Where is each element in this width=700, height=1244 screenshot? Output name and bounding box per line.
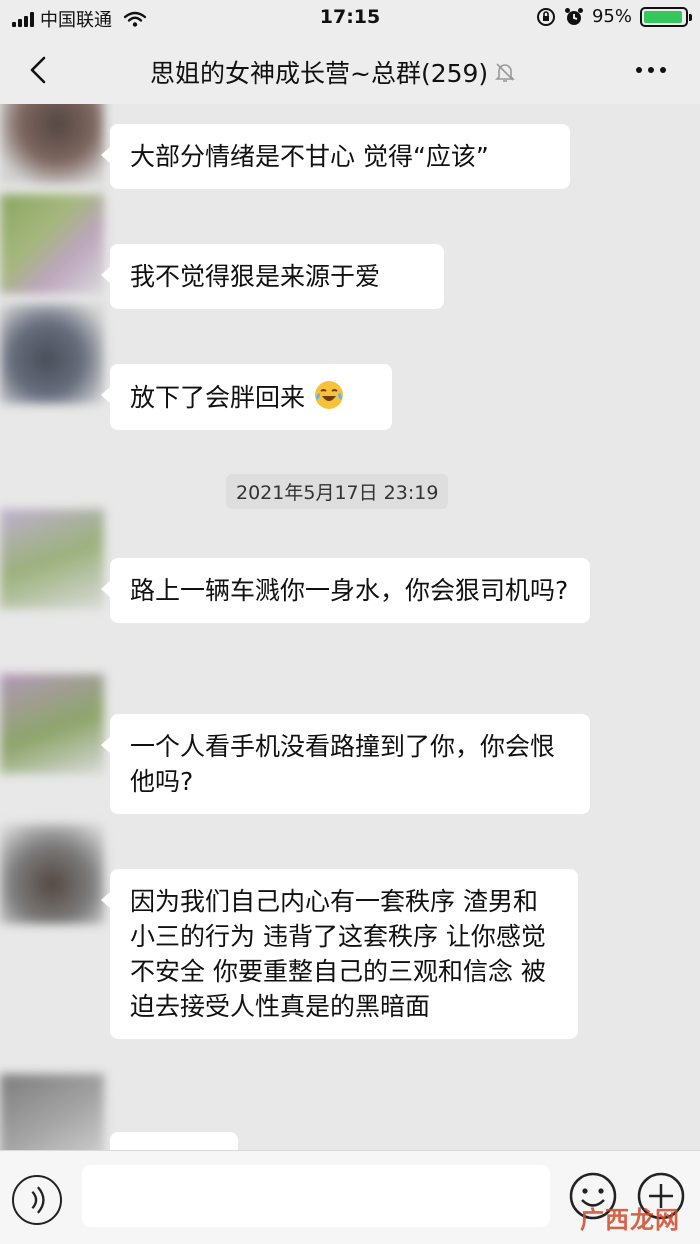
chat-title: 思姐的女神成长营~总群(259) [150,54,516,90]
chat-title-text: 思姐的女神成长营~总群(259) [150,59,489,88]
message-text: 一个人看手机没看路撞到了你，你会恨他吗? [130,732,556,796]
message-bubble-partial[interactable] [110,1132,238,1150]
message-bubble[interactable]: 路上一辆车溅你一身水，你会狠司机吗? [101,558,590,623]
message-bubble[interactable]: 我不觉得狠是来源于爱 [101,244,444,309]
avatar[interactable] [0,104,104,184]
avatar[interactable] [0,674,104,774]
message-bubble[interactable]: 放下了会胖回来 [101,364,392,430]
more-options-button[interactable] [636,60,672,80]
status-bar: 中国联通 17:15 95% [0,0,700,36]
message-text: 放下了会胖回来 [130,383,306,412]
message-input[interactable] [82,1165,550,1227]
battery-icon [640,6,692,27]
orientation-lock-icon [536,7,555,26]
avatar[interactable] [0,194,104,294]
nav-bar: 思姐的女神成长营~总群(259) [0,36,700,104]
message-bubble[interactable]: 一个人看手机没看路撞到了你，你会恨他吗? [101,714,590,814]
message-text: 大部分情绪是不甘心 觉得“应该” [130,142,489,171]
message-timestamp: 2021年5月17日 23:19 [226,474,449,509]
face-with-tears-of-joy-icon [314,381,343,409]
avatar[interactable] [0,304,104,404]
message-bubble[interactable]: 大部分情绪是不甘心 觉得“应该” [101,124,570,189]
message-text: 路上一辆车溅你一身水，你会狠司机吗? [130,576,569,605]
battery-percent: 95% [591,6,632,27]
chevron-left-icon[interactable] [22,52,58,88]
bell-muted-icon [495,63,516,82]
message-text: 因为我们自己内心有一套秩序 渣男和小三的行为 违背了这套秩序 让你感觉不安全 你… [130,887,546,1021]
battery-level [644,10,682,23]
watermark-logo: 广西龙网 [580,1206,680,1234]
chat-area[interactable]: 大部分情绪是不甘心 觉得“应该” 我不觉得狠是来源于爱 放下了会胖回来 2021… [0,104,700,1150]
avatar[interactable] [0,824,104,924]
voice-icon[interactable] [12,1175,62,1225]
alarm-icon [564,7,583,25]
message-bubble[interactable]: 因为我们自己内心有一套秩序 渣男和小三的行为 违背了这套秩序 让你感觉不安全 你… [101,869,578,1039]
avatar[interactable] [0,1074,104,1150]
avatar[interactable] [0,509,104,609]
status-right: 95% [536,6,692,27]
message-text: 我不觉得狠是来源于爱 [130,262,381,291]
ellipsis-icon [636,67,642,73]
